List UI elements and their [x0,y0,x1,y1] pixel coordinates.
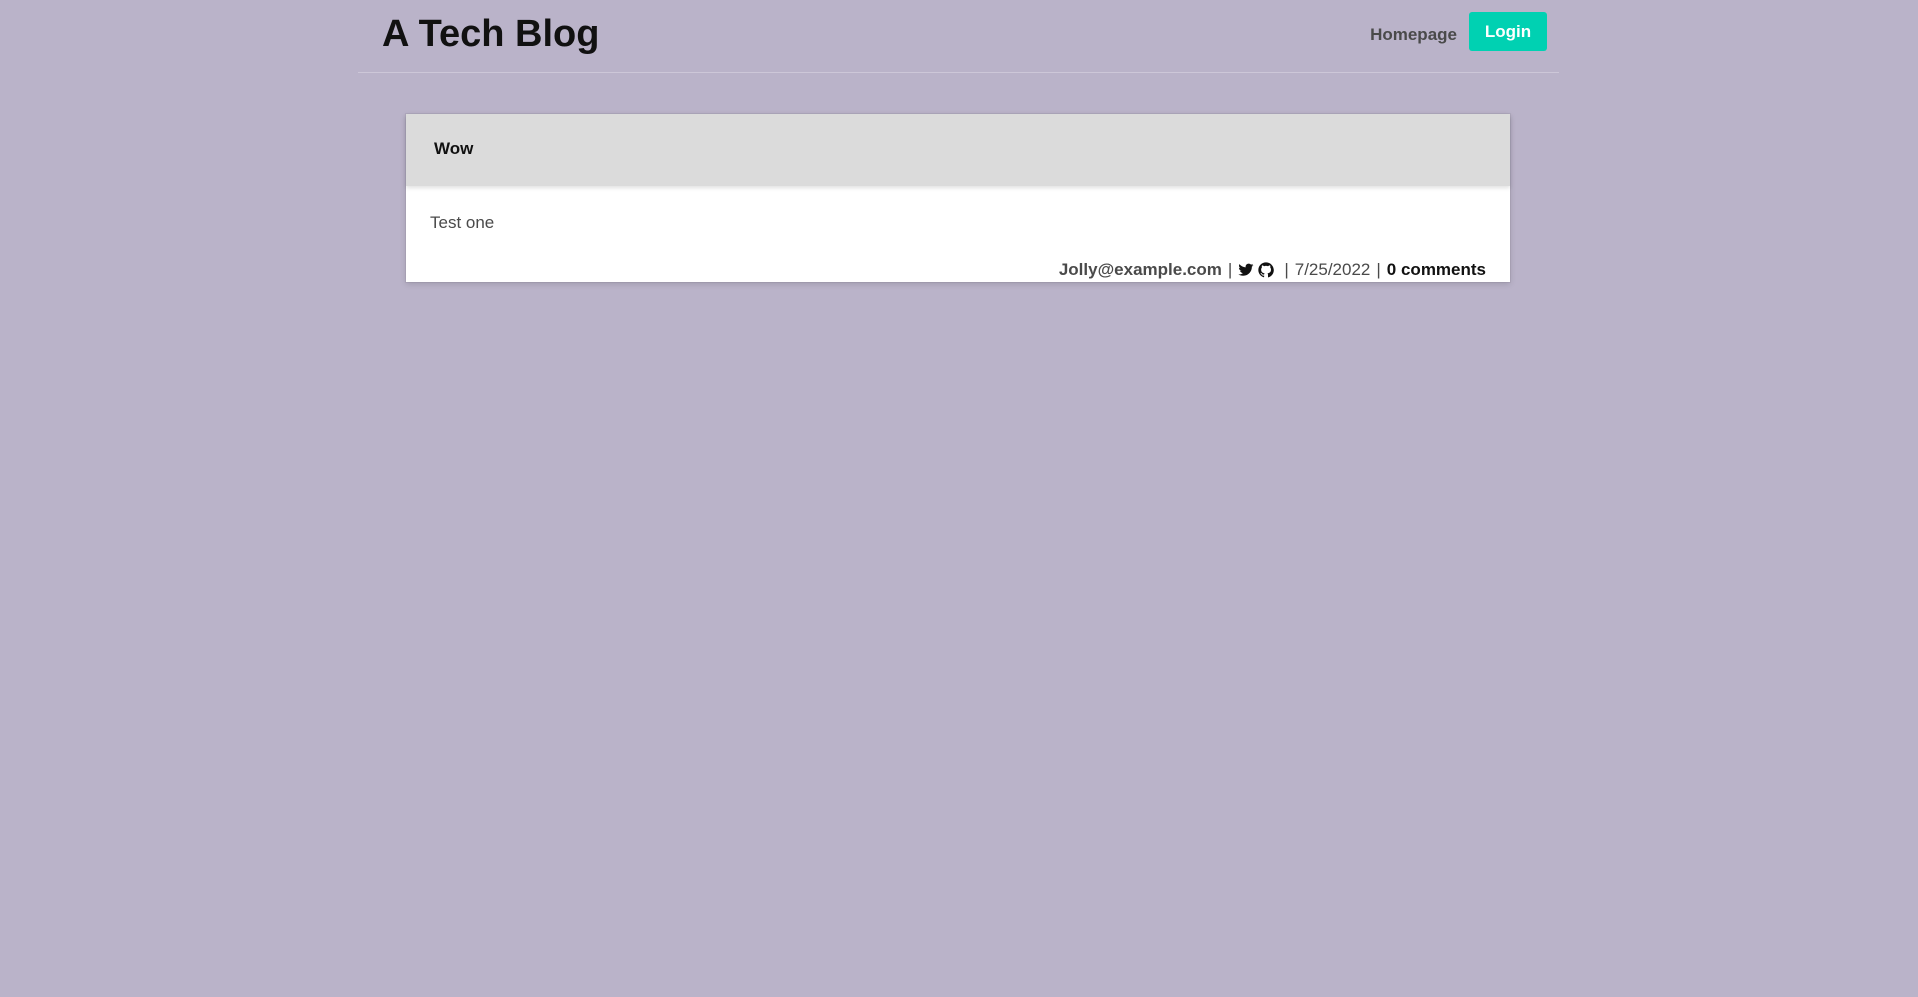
post-body: Test one [430,213,495,232]
post-author[interactable]: Jolly@example.com [1059,260,1222,280]
homepage-link[interactable]: Homepage [1370,25,1457,45]
site-header: A Tech Blog Homepage Login [358,0,1559,73]
post-date: 7/25/2022 [1294,260,1371,279]
post-card: Wow Test one Jolly@example.com | | 7/25/… [406,114,1510,282]
twitter-icon[interactable] [1238,262,1254,278]
comments-link[interactable]: 0 comments [1387,260,1486,280]
post-title[interactable]: Wow [434,139,473,159]
github-icon[interactable] [1258,262,1275,278]
meta-separator: | [1376,260,1381,279]
post-card-header[interactable]: Wow [406,114,1510,186]
login-button[interactable]: Login [1469,12,1547,51]
main-nav: Homepage Login [1370,12,1547,51]
meta-separator: | [1284,260,1289,279]
post-card-content: Test one Jolly@example.com | | 7/25/2022… [406,186,1510,282]
site-title[interactable]: A Tech Blog [382,12,599,56]
post-meta: Jolly@example.com | | 7/25/2022 | 0 comm… [1059,260,1486,280]
meta-separator: | [1227,260,1233,279]
